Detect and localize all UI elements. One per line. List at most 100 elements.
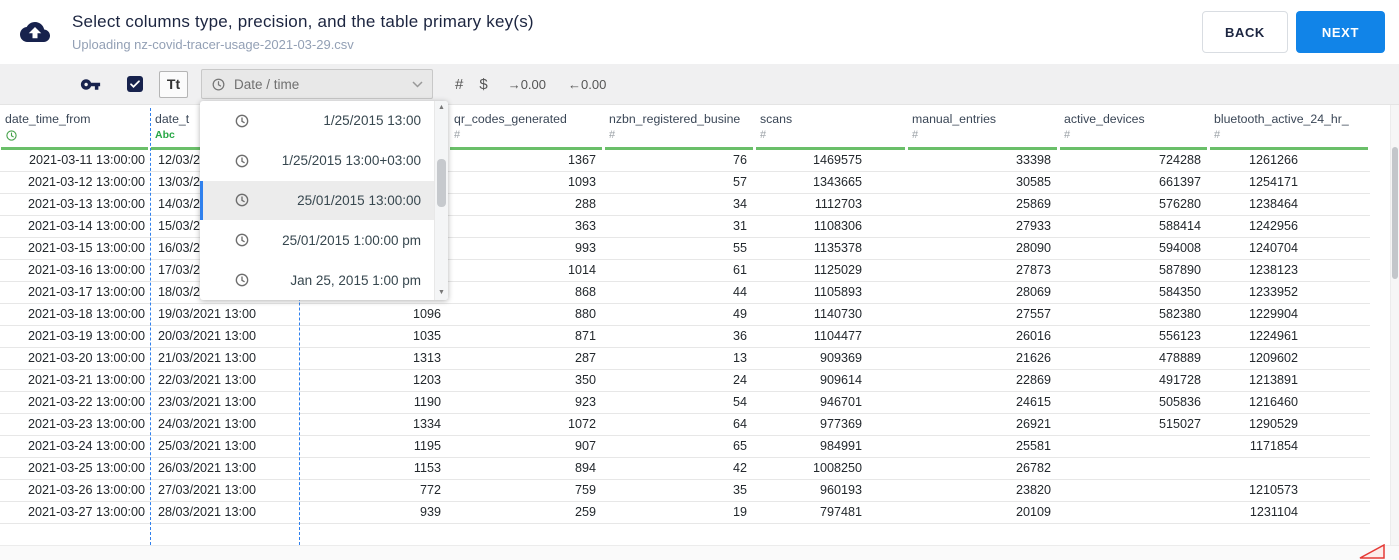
table-cell: 54 [604,391,755,414]
horizontal-scrollbar[interactable] [0,545,1399,560]
table-cell: 25/03/2021 13:00 [150,435,299,458]
table-cell: 894 [449,457,604,480]
next-button[interactable]: NEXT [1295,11,1385,53]
table-cell: 287 [449,347,604,370]
table-cell: 2021-03-13 13:00:00 [0,193,150,216]
table-cell: 1140730 [755,303,907,326]
table-cell: 1224961 [1209,325,1370,348]
column-quality-bar [1,147,148,150]
date-format-option[interactable]: 25/01/2015 13:00:00 [200,180,434,221]
column-name: date_time_from [5,112,91,126]
date-format-label: 1/25/2015 13:00+03:00 [281,153,421,169]
primary-key-icon[interactable] [80,74,101,95]
table-cell: 939 [299,501,449,524]
table-cell: 25581 [907,435,1059,458]
table-cell: 2021-03-22 13:00:00 [0,391,150,414]
table-cell: 1254171 [1209,171,1370,194]
table-cell: 13 [604,347,755,370]
table-row: 2021-03-21 13:00:00 22/03/2021 13:00 1203 3… [0,369,1370,392]
table-cell: 1313 [299,347,449,370]
table-cell: 19/03/2021 13:00 [150,303,299,326]
table-cell: 31 [604,215,755,238]
scroll-down-icon[interactable]: ▼ [438,288,445,298]
currency-type-button[interactable]: $ [479,76,487,93]
table-cell: 2021-03-12 13:00:00 [0,171,150,194]
table-cell: 2021-03-27 13:00:00 [0,501,150,524]
column-header-manual_entries[interactable]: manual_entries # [907,105,1059,150]
decrease-decimal-button[interactable]: ←0.00 [568,77,606,92]
number-type-button[interactable]: # [455,76,463,93]
table-cell: 1072 [449,413,604,436]
table-cell: 2021-03-23 13:00:00 [0,413,150,436]
table-cell: 25869 [907,193,1059,216]
table-cell: 587890 [1059,259,1209,282]
table-cell: 1238123 [1209,259,1370,282]
vertical-scrollbar[interactable] [1390,105,1399,545]
table-cell: 288 [449,193,604,216]
table-cell: 576280 [1059,193,1209,216]
table-cell: 24/03/2021 13:00 [150,413,299,436]
table-cell: 478889 [1059,347,1209,370]
date-format-options: 1/25/2015 13:00 1/25/2015 13:00+03:00 25/0… [200,101,434,300]
table-cell: 259 [449,501,604,524]
date-format-option[interactable]: 25/01/2015 1:00:00 pm [200,220,434,260]
table-row: 2021-03-22 13:00:00 23/03/2021 13:00 1190 9… [0,391,1370,414]
table-cell: 24615 [907,391,1059,414]
table-cell: 61 [604,259,755,282]
column-name: nzbn_registered_busine [609,112,741,126]
table-cell: 977369 [755,413,907,436]
table-row: 2021-03-25 13:00:00 26/03/2021 13:00 1153 8… [0,457,1370,480]
date-format-label: Jan 25, 2015 1:00 pm [290,272,421,288]
column-header-date_time_from[interactable]: date_time_from [0,105,150,150]
table-cell: 27557 [907,303,1059,326]
date-format-option[interactable]: Jan 25, 2015 1:00 pm [200,260,434,300]
table-cell: 42 [604,457,755,480]
table-cell: 20109 [907,501,1059,524]
table-cell: 984991 [755,435,907,458]
vertical-scrollbar-thumb[interactable] [1392,147,1398,279]
header-titles: Select columns type, precision, and the … [72,12,534,52]
table-cell: 1203 [299,369,449,392]
table-cell: 28069 [907,281,1059,304]
scroll-up-icon[interactable]: ▲ [438,103,445,113]
table-cell: 55 [604,237,755,260]
column-header-nzbn_registered_busine[interactable]: nzbn_registered_busine # [604,105,755,150]
column-type-select[interactable]: Date / time [201,69,433,99]
table-cell: 23/03/2021 13:00 [150,391,299,414]
header-bar: Select columns type, precision, and the … [0,0,1399,64]
date-format-option[interactable]: 1/25/2015 13:00 [200,101,434,141]
back-button[interactable]: BACK [1201,11,1288,53]
column-header-qr_codes_generated[interactable]: qr_codes_generated # [449,105,604,150]
table-cell: 2021-03-24 13:00:00 [0,435,150,458]
clock-icon [235,154,249,168]
dropdown-scrollbar-track[interactable] [435,113,448,288]
table-cell: 26921 [907,413,1059,436]
increase-decimal-button[interactable]: →0.00 [508,77,546,92]
table-cell: 491728 [1059,369,1209,392]
table-cell: 22/03/2021 13:00 [150,369,299,392]
column-type: # [760,129,767,141]
include-column-checkbox[interactable] [127,76,143,92]
dropdown-scrollbar-thumb[interactable] [437,159,446,207]
table-cell: 19 [604,501,755,524]
table-cell: 2021-03-15 13:00:00 [0,237,150,260]
dropdown-scrollbar[interactable]: ▲ ▼ [434,101,448,300]
column-quality-bar [756,147,905,150]
table-row: 2021-03-23 13:00:00 24/03/2021 13:00 1334 1… [0,413,1370,436]
table-cell: 1125029 [755,259,907,282]
date-format-option[interactable]: 1/25/2015 13:00+03:00 [200,141,434,181]
table-cell: 1108306 [755,215,907,238]
column-header-bluetooth_active_24_hr_[interactable]: bluetooth_active_24_hr_ # [1209,105,1370,150]
table-cell: 2021-03-19 13:00:00 [0,325,150,348]
column-header-scans[interactable]: scans # [755,105,907,150]
column-header-active_devices[interactable]: active_devices # [1059,105,1209,150]
csv-import-wizard: Select columns type, precision, and the … [0,0,1399,560]
table-cell: 26016 [907,325,1059,348]
table-cell: 556123 [1059,325,1209,348]
clock-icon [235,233,249,247]
column-type: # [1064,129,1071,141]
table-cell: 2021-03-26 13:00:00 [0,479,150,502]
text-type-button[interactable]: Tt [159,70,188,98]
clock-icon [235,273,249,287]
table-cell: 1093 [449,171,604,194]
